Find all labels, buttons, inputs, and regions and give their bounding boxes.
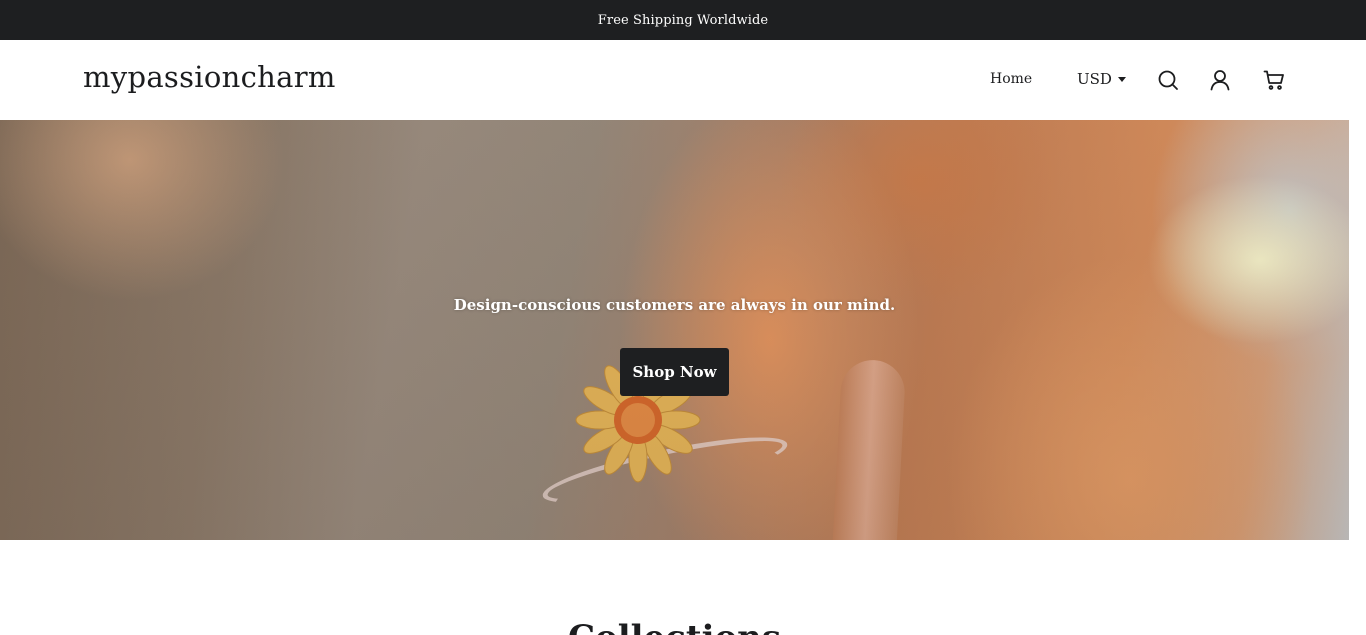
hero-banner: Design-conscious customers are always in… [0,120,1349,540]
cart-icon [1263,70,1284,90]
user-icon [1210,70,1230,91]
hero-overlay [0,120,1349,540]
currency-selector[interactable]: USD [1077,70,1126,88]
account-button[interactable] [1208,68,1232,92]
hero-caption: Design-conscious customers are always in… [453,296,896,314]
currency-value: USD [1077,70,1112,88]
announcement-bar: Free Shipping Worldwide [0,0,1366,40]
store-logo[interactable]: mypassioncharm [83,60,336,94]
search-icon [1158,70,1178,90]
chevron-down-icon [1117,76,1126,82]
shop-now-button[interactable]: Shop Now [620,348,729,396]
site-header: mypassioncharm Home USD [0,40,1366,120]
announcement-text: Free Shipping Worldwide [597,12,769,28]
search-button[interactable] [1156,68,1180,92]
collections-heading: Collections [0,618,1349,635]
cart-button[interactable] [1262,68,1286,92]
nav-link-home[interactable]: Home [990,71,1032,87]
